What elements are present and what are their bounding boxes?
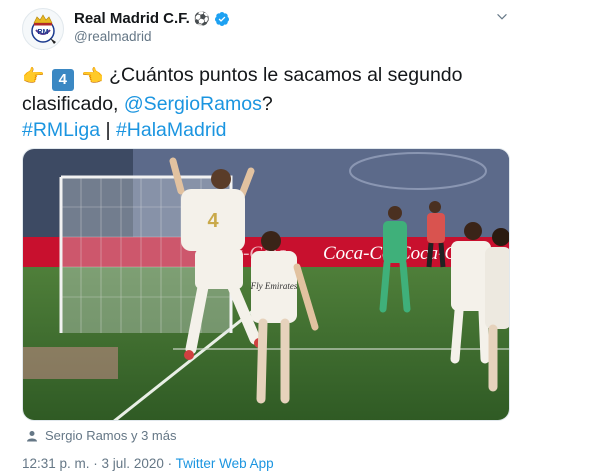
tagged-users-label: Sergio Ramos y 3 más bbox=[45, 428, 177, 443]
person-icon bbox=[27, 430, 37, 441]
meta-separator: · bbox=[89, 456, 102, 471]
tweet-body-end: ? bbox=[261, 93, 273, 115]
verified-badge-icon bbox=[215, 11, 230, 26]
tweet-header: RM Real Madrid C.F. ⚽ @realmadrid bbox=[0, 0, 600, 56]
tweet-time[interactable]: 12:31 p. m. bbox=[22, 456, 90, 471]
svg-text:RM: RM bbox=[38, 29, 49, 36]
account-handle[interactable]: @realmadrid bbox=[74, 29, 151, 44]
tweet-meta: 12:31 p. m. · 3 jul. 2020 · Twitter Web … bbox=[22, 456, 274, 471]
tweet-text: 👉 4 👈 ¿Cuántos puntos le sacamos al segu… bbox=[22, 62, 502, 143]
football-celebration-photo-icon: Coca-Cola Coca-Cola Coca-Cola 4 bbox=[23, 149, 509, 420]
soccer-ball-icon: ⚽ bbox=[193, 11, 211, 26]
real-madrid-crest-icon: RM bbox=[31, 14, 56, 44]
meta-separator: · bbox=[163, 456, 176, 471]
point-left-icon: 👈 bbox=[81, 66, 104, 86]
name-row: Real Madrid C.F. ⚽ bbox=[74, 10, 230, 27]
hashtag-halamadrid-link[interactable]: #HalaMadrid bbox=[116, 119, 227, 141]
avatar[interactable]: RM bbox=[22, 8, 64, 50]
tagged-users[interactable]: Sergio Ramos y 3 más bbox=[26, 428, 177, 443]
point-right-icon: 👉 bbox=[22, 66, 45, 86]
tweet-photo[interactable]: Coca-Cola Coca-Cola Coca-Cola 4 bbox=[22, 148, 510, 421]
display-name[interactable]: Real Madrid C.F. bbox=[74, 10, 190, 27]
tweet-date[interactable]: 3 jul. 2020 bbox=[102, 456, 164, 471]
keycap-four-icon: 4 bbox=[51, 69, 74, 91]
jersey-number: 4 bbox=[207, 210, 219, 232]
tweet-source-link[interactable]: Twitter Web App bbox=[176, 456, 274, 471]
mention-link[interactable]: @SergioRamos bbox=[124, 93, 262, 115]
hashtag-rmliga-link[interactable]: #RMLiga bbox=[22, 119, 100, 141]
chevron-down-icon[interactable] bbox=[495, 10, 509, 24]
shirt-sponsor: Fly Emirates bbox=[250, 281, 298, 291]
hashtag-separator: | bbox=[100, 119, 116, 141]
